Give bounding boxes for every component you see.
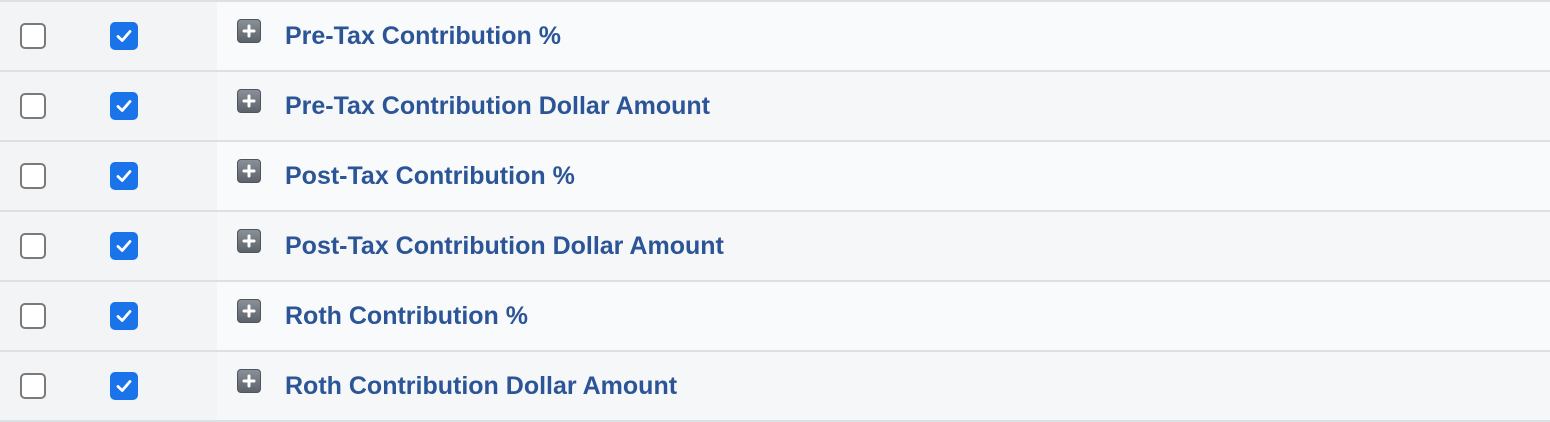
visible-checkbox[interactable] <box>110 372 138 400</box>
table-row: Post-Tax Contribution Dollar Amount <box>0 212 1550 282</box>
label-cell: Post-Tax Contribution % <box>217 142 1550 210</box>
visible-cell <box>78 2 217 70</box>
checkmark-icon <box>116 170 132 182</box>
checkmark-icon <box>116 310 132 322</box>
table-row: Pre-Tax Contribution % <box>0 2 1550 72</box>
visible-checkbox[interactable] <box>110 22 138 50</box>
row-select-checkbox[interactable] <box>20 23 46 49</box>
field-label[interactable]: Pre-Tax Contribution % <box>285 22 561 51</box>
plus-expand-icon[interactable] <box>237 159 261 183</box>
visible-checkbox[interactable] <box>110 232 138 260</box>
field-label[interactable]: Roth Contribution % <box>285 302 528 331</box>
checkmark-icon <box>116 380 132 392</box>
visible-cell <box>78 282 217 350</box>
row-select-checkbox[interactable] <box>20 93 46 119</box>
table-row: Post-Tax Contribution % <box>0 142 1550 212</box>
field-label[interactable]: Post-Tax Contribution Dollar Amount <box>285 232 724 261</box>
row-select-checkbox[interactable] <box>20 163 46 189</box>
table-row: Roth Contribution % <box>0 282 1550 352</box>
table-row: Roth Contribution Dollar Amount <box>0 352 1550 422</box>
select-cell <box>0 212 78 280</box>
select-cell <box>0 2 78 70</box>
table-row: Pre-Tax Contribution Dollar Amount <box>0 72 1550 142</box>
checkmark-icon <box>116 240 132 252</box>
visible-checkbox[interactable] <box>110 162 138 190</box>
field-label[interactable]: Roth Contribution Dollar Amount <box>285 372 677 401</box>
plus-expand-icon[interactable] <box>237 369 261 393</box>
checkmark-icon <box>116 30 132 42</box>
select-cell <box>0 282 78 350</box>
field-label[interactable]: Post-Tax Contribution % <box>285 162 575 191</box>
plus-expand-icon[interactable] <box>237 299 261 323</box>
label-cell: Pre-Tax Contribution % <box>217 2 1550 70</box>
row-select-checkbox[interactable] <box>20 303 46 329</box>
visible-cell <box>78 352 217 420</box>
select-cell <box>0 72 78 140</box>
checkmark-icon <box>116 100 132 112</box>
select-cell <box>0 142 78 210</box>
visible-cell <box>78 142 217 210</box>
row-select-checkbox[interactable] <box>20 373 46 399</box>
plus-expand-icon[interactable] <box>237 89 261 113</box>
row-select-checkbox[interactable] <box>20 233 46 259</box>
visible-cell <box>78 72 217 140</box>
visible-checkbox[interactable] <box>110 92 138 120</box>
plus-expand-icon[interactable] <box>237 19 261 43</box>
field-label[interactable]: Pre-Tax Contribution Dollar Amount <box>285 92 710 121</box>
label-cell: Post-Tax Contribution Dollar Amount <box>217 212 1550 280</box>
contribution-fields-table: Pre-Tax Contribution % Pre-Tax Contribut… <box>0 0 1550 422</box>
visible-checkbox[interactable] <box>110 302 138 330</box>
label-cell: Roth Contribution % <box>217 282 1550 350</box>
label-cell: Pre-Tax Contribution Dollar Amount <box>217 72 1550 140</box>
label-cell: Roth Contribution Dollar Amount <box>217 352 1550 420</box>
plus-expand-icon[interactable] <box>237 229 261 253</box>
visible-cell <box>78 212 217 280</box>
select-cell <box>0 352 78 420</box>
